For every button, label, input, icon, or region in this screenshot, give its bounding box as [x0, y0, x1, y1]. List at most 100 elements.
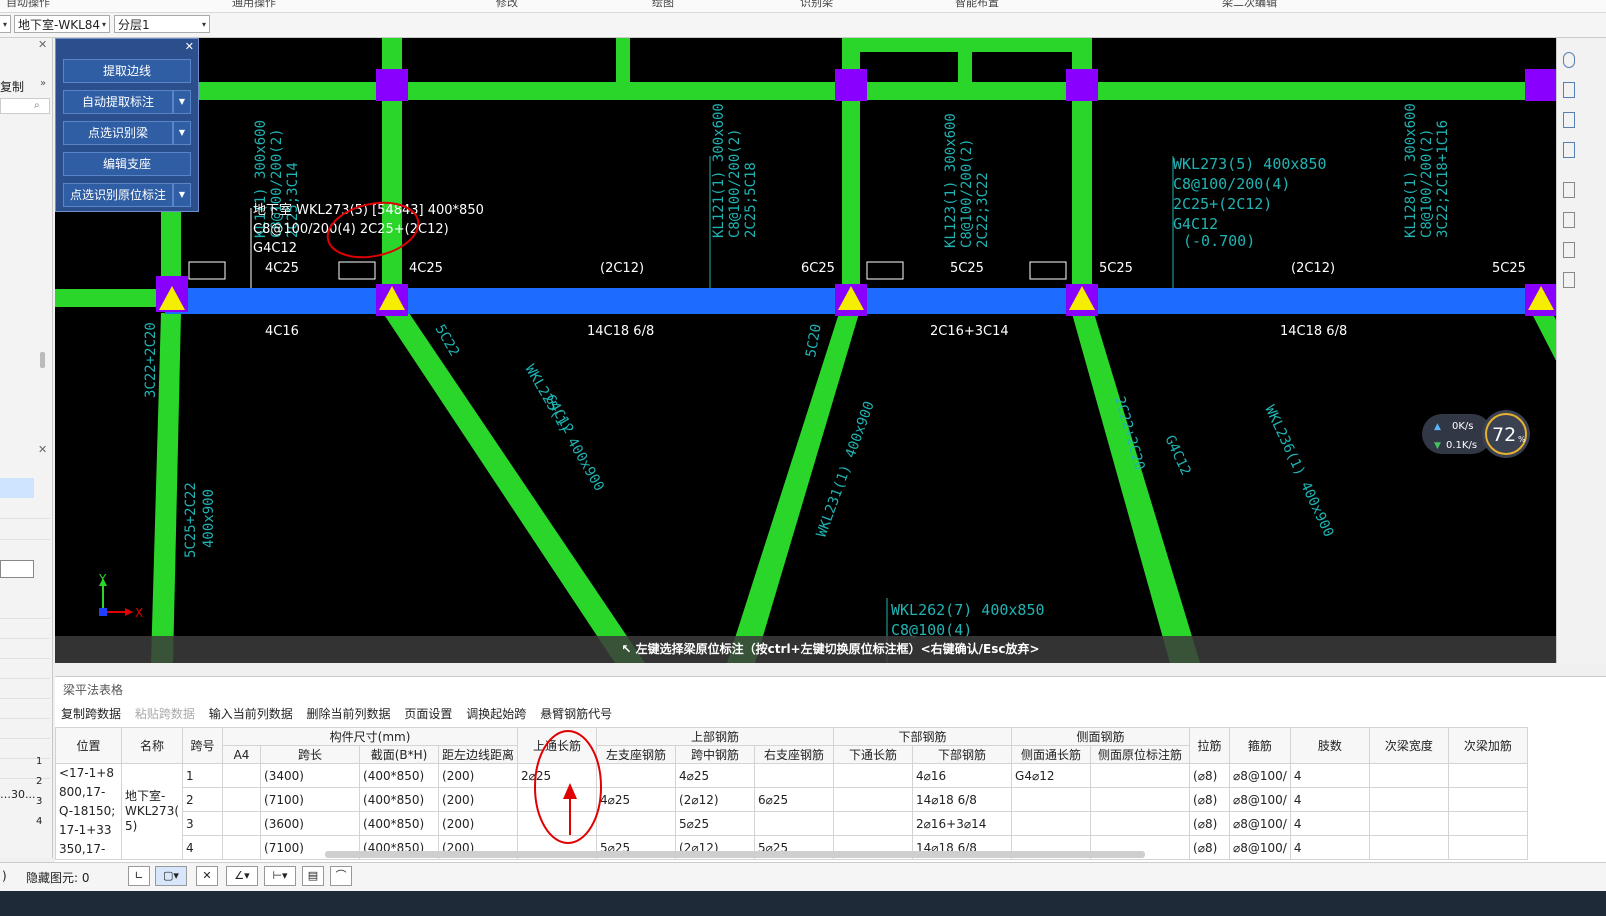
dropdown-arrow-icon[interactable]: ▼ [173, 121, 191, 145]
col-header[interactable]: 跨中钢筋 [675, 745, 756, 764]
cell[interactable]: 4 [1289, 811, 1370, 836]
auto-extract-labels-button[interactable]: 自动提取标注 [63, 90, 173, 114]
annotation-box[interactable] [188, 261, 226, 280]
menu-item[interactable]: 梁二次编辑 [1222, 0, 1277, 10]
menu-item[interactable]: 修改 [496, 0, 518, 10]
delete-column-button[interactable]: 删除当前列数据 [307, 707, 391, 721]
tool-icon[interactable] [1563, 212, 1575, 228]
pick-identify-beam-button[interactable]: 点选识别梁 [63, 121, 173, 145]
cell[interactable] [1368, 787, 1449, 812]
col-header[interactable]: 右支座钢筋 [754, 745, 835, 764]
cell[interactable] [1368, 811, 1449, 836]
name-cell[interactable]: 地下室- WKL273(5) [120, 763, 184, 860]
paste-span-button[interactable]: 粘贴跨数据 [135, 707, 195, 721]
copy-button[interactable]: 复制 [0, 78, 24, 95]
col-header[interactable]: 次梁加筋 [1447, 727, 1528, 764]
cell[interactable]: (400*850) [359, 763, 440, 788]
rebar-label[interactable]: 14C18 6/8 [1280, 324, 1347, 339]
annotation-box[interactable] [866, 261, 904, 280]
rebar-label[interactable]: 6C25 [801, 261, 835, 276]
tool-icon[interactable] [1563, 82, 1575, 98]
rebar-label[interactable]: 4C25 [409, 261, 443, 276]
tool-icon[interactable] [1563, 52, 1575, 68]
col-header[interactable]: 距左边线距离 [438, 745, 519, 764]
expand-icon[interactable]: » [40, 78, 46, 89]
cell[interactable] [1368, 835, 1449, 860]
beam[interactable] [1071, 310, 1200, 663]
cell[interactable] [1011, 811, 1092, 836]
cell[interactable] [1447, 787, 1528, 812]
list-item[interactable] [0, 678, 50, 699]
tool-icon[interactable] [1563, 142, 1575, 158]
cell[interactable]: ⌀8@100/ [1229, 787, 1291, 812]
edit-support-button[interactable]: 编辑支座 [63, 152, 191, 176]
cell[interactable] [1090, 763, 1191, 788]
cell[interactable]: 4 [1289, 787, 1370, 812]
cell[interactable] [1090, 811, 1191, 836]
cell[interactable]: 4 [1289, 835, 1370, 860]
col-header[interactable]: 侧面通长筋 [1011, 745, 1092, 764]
beam[interactable] [842, 100, 860, 300]
cell[interactable]: (2⌀12) [675, 787, 756, 812]
dropdown-arrow-icon[interactable]: ▼ [173, 183, 191, 207]
page-setup-button[interactable]: 页面设置 [404, 707, 452, 721]
extract-edges-button[interactable]: 提取边线 [63, 59, 191, 83]
column[interactable] [1066, 69, 1098, 101]
col-header[interactable]: 肢数 [1289, 727, 1370, 764]
swap-start-span-button[interactable]: 调换起始跨 [466, 707, 526, 721]
col-header[interactable]: 位置 [55, 727, 122, 764]
rebar-label[interactable]: 4C16 [265, 324, 299, 339]
table-row[interactable]: 2 (7100) (400*850) (200) 4⌀25 (2⌀12) 6⌀2… [56, 787, 1528, 812]
rebar-label[interactable]: 5C25 [950, 261, 984, 276]
close-icon[interactable]: ✕ [38, 443, 47, 456]
pick-original-label-button[interactable]: 点选识别原位标注 [63, 183, 173, 207]
cell[interactable]: (200) [438, 763, 519, 788]
cell[interactable]: ⌀8@100/ [1229, 835, 1291, 860]
cell[interactable]: (3600) [260, 811, 361, 836]
table-row[interactable]: <17-1+8 800,17- Q-18150; 17-1+33 350,17- 地下室… [55, 763, 1528, 860]
cell[interactable]: 6⌀25 [754, 787, 835, 812]
cell[interactable] [222, 763, 262, 788]
cell[interactable]: 2⌀16+3⌀14 [912, 811, 1013, 836]
cell[interactable]: (⌀8) [1189, 835, 1231, 860]
cross-select-icon[interactable]: ✕ [196, 866, 218, 886]
list-item[interactable] [0, 618, 50, 639]
tool-icon[interactable] [1563, 272, 1575, 288]
beam[interactable] [382, 100, 402, 300]
col-header[interactable]: 名称 [120, 727, 184, 764]
menu-item[interactable]: 识别梁 [800, 0, 833, 10]
cell[interactable] [833, 787, 914, 812]
cell[interactable]: 5⌀25 [675, 811, 756, 836]
cell[interactable]: ⌀8@100/ [1229, 763, 1291, 788]
cell[interactable] [754, 811, 835, 836]
search-input[interactable] [0, 98, 50, 114]
col-header[interactable]: 下通长筋 [833, 745, 914, 764]
cell[interactable]: (400*850) [359, 787, 440, 812]
cell[interactable]: (200) [438, 787, 519, 812]
cell[interactable] [754, 763, 835, 788]
rebar-label[interactable]: 2C16+3C14 [930, 324, 1009, 339]
cell[interactable] [222, 811, 262, 836]
list-item[interactable] [0, 718, 50, 739]
annotation-box[interactable] [338, 261, 376, 280]
scrollbar-thumb[interactable] [40, 352, 45, 368]
cell[interactable] [222, 835, 262, 860]
list-item[interactable] [0, 758, 50, 779]
cell[interactable]: ⌀8@100/ [1229, 811, 1291, 836]
cell[interactable]: (400*850) [359, 811, 440, 836]
list-item[interactable] [0, 738, 50, 759]
list-item[interactable] [0, 698, 50, 719]
cantilever-code-button[interactable]: 悬臂钢筋代号 [540, 707, 612, 721]
beam[interactable] [1072, 100, 1092, 300]
arc-icon[interactable]: ⌒ [330, 866, 352, 886]
beam[interactable] [55, 289, 165, 307]
menu-item[interactable]: 绘图 [652, 0, 674, 10]
col-header[interactable]: 下部钢筋 [912, 745, 1013, 764]
rebar-label[interactable]: 14C18 6/8 [587, 324, 654, 339]
cell[interactable]: 4⌀25 [675, 763, 756, 788]
list-item[interactable] [0, 658, 50, 679]
tool-icon[interactable] [1563, 112, 1575, 128]
rebar-label[interactable]: 5C25 [1099, 261, 1133, 276]
col-header[interactable]: 拉筋 [1189, 727, 1231, 764]
list-item[interactable] [0, 598, 50, 619]
